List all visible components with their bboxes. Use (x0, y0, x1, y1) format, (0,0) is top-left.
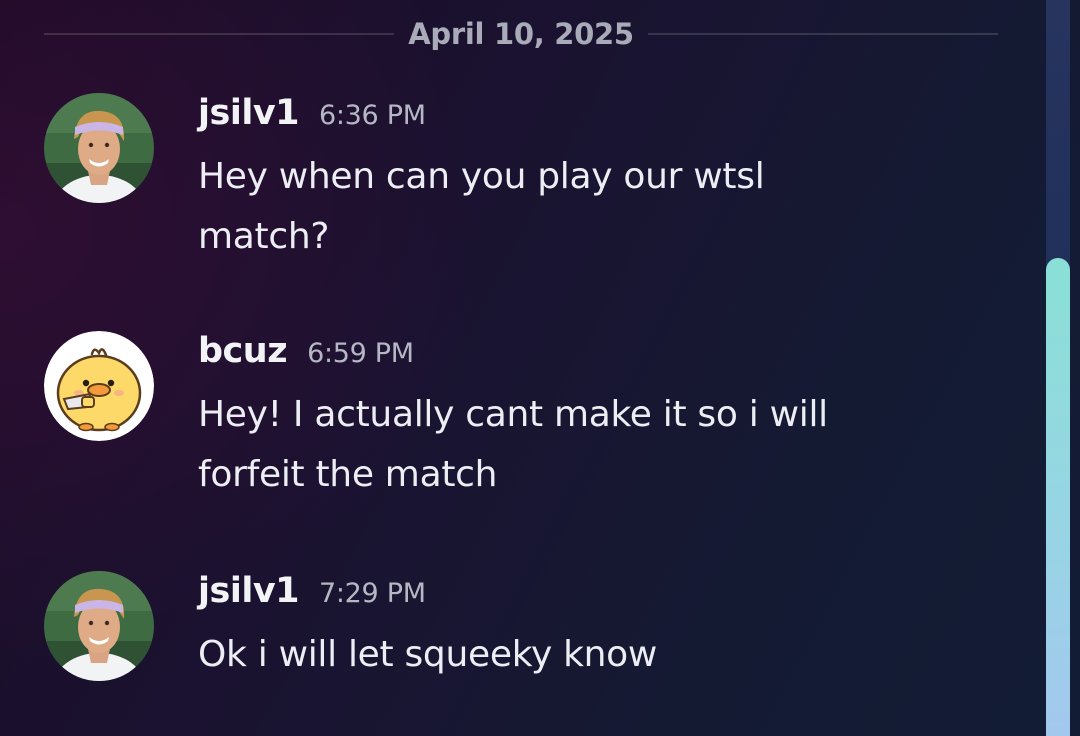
timestamp: 6:59 PM (307, 338, 414, 369)
message-text: Hey! I actually cant make it so i will f… (198, 394, 828, 495)
divider-line-left (44, 33, 395, 35)
message-body: bcuz 6:59 PM Hey! I actually cant make i… (198, 331, 898, 505)
duck-avatar-icon (44, 331, 154, 441)
username[interactable]: jsilv1 (198, 571, 300, 611)
divider-line-right (647, 33, 998, 35)
message-body: jsilv1 7:29 PM Ok i will let squeeky kno… (198, 571, 898, 685)
message-body: jsilv1 6:36 PM Hey when can you play our… (198, 93, 898, 267)
user-avatar-bcuz[interactable] (44, 331, 154, 441)
username[interactable]: jsilv1 (198, 93, 300, 133)
message-text: Ok i will let squeeky know (198, 634, 658, 675)
message-text: Hey when can you play our wtsl match? (198, 156, 765, 257)
scrollbar-thumb[interactable] (1046, 258, 1070, 736)
tennis-player-avatar-icon (44, 571, 154, 681)
message-header: jsilv1 6:36 PM (198, 93, 898, 145)
message-header: bcuz 6:59 PM (198, 331, 898, 383)
user-avatar-jsilv1[interactable] (44, 93, 154, 203)
message-header: jsilv1 7:29 PM (198, 571, 898, 623)
date-label: April 10, 2025 (408, 17, 634, 51)
username[interactable]: bcuz (198, 331, 288, 371)
date-divider: April 10, 2025 (44, 14, 998, 54)
tennis-player-avatar-icon (44, 93, 154, 203)
timestamp: 7:29 PM (319, 578, 426, 609)
timestamp: 6:36 PM (319, 100, 426, 131)
user-avatar-jsilv1[interactable] (44, 571, 154, 681)
